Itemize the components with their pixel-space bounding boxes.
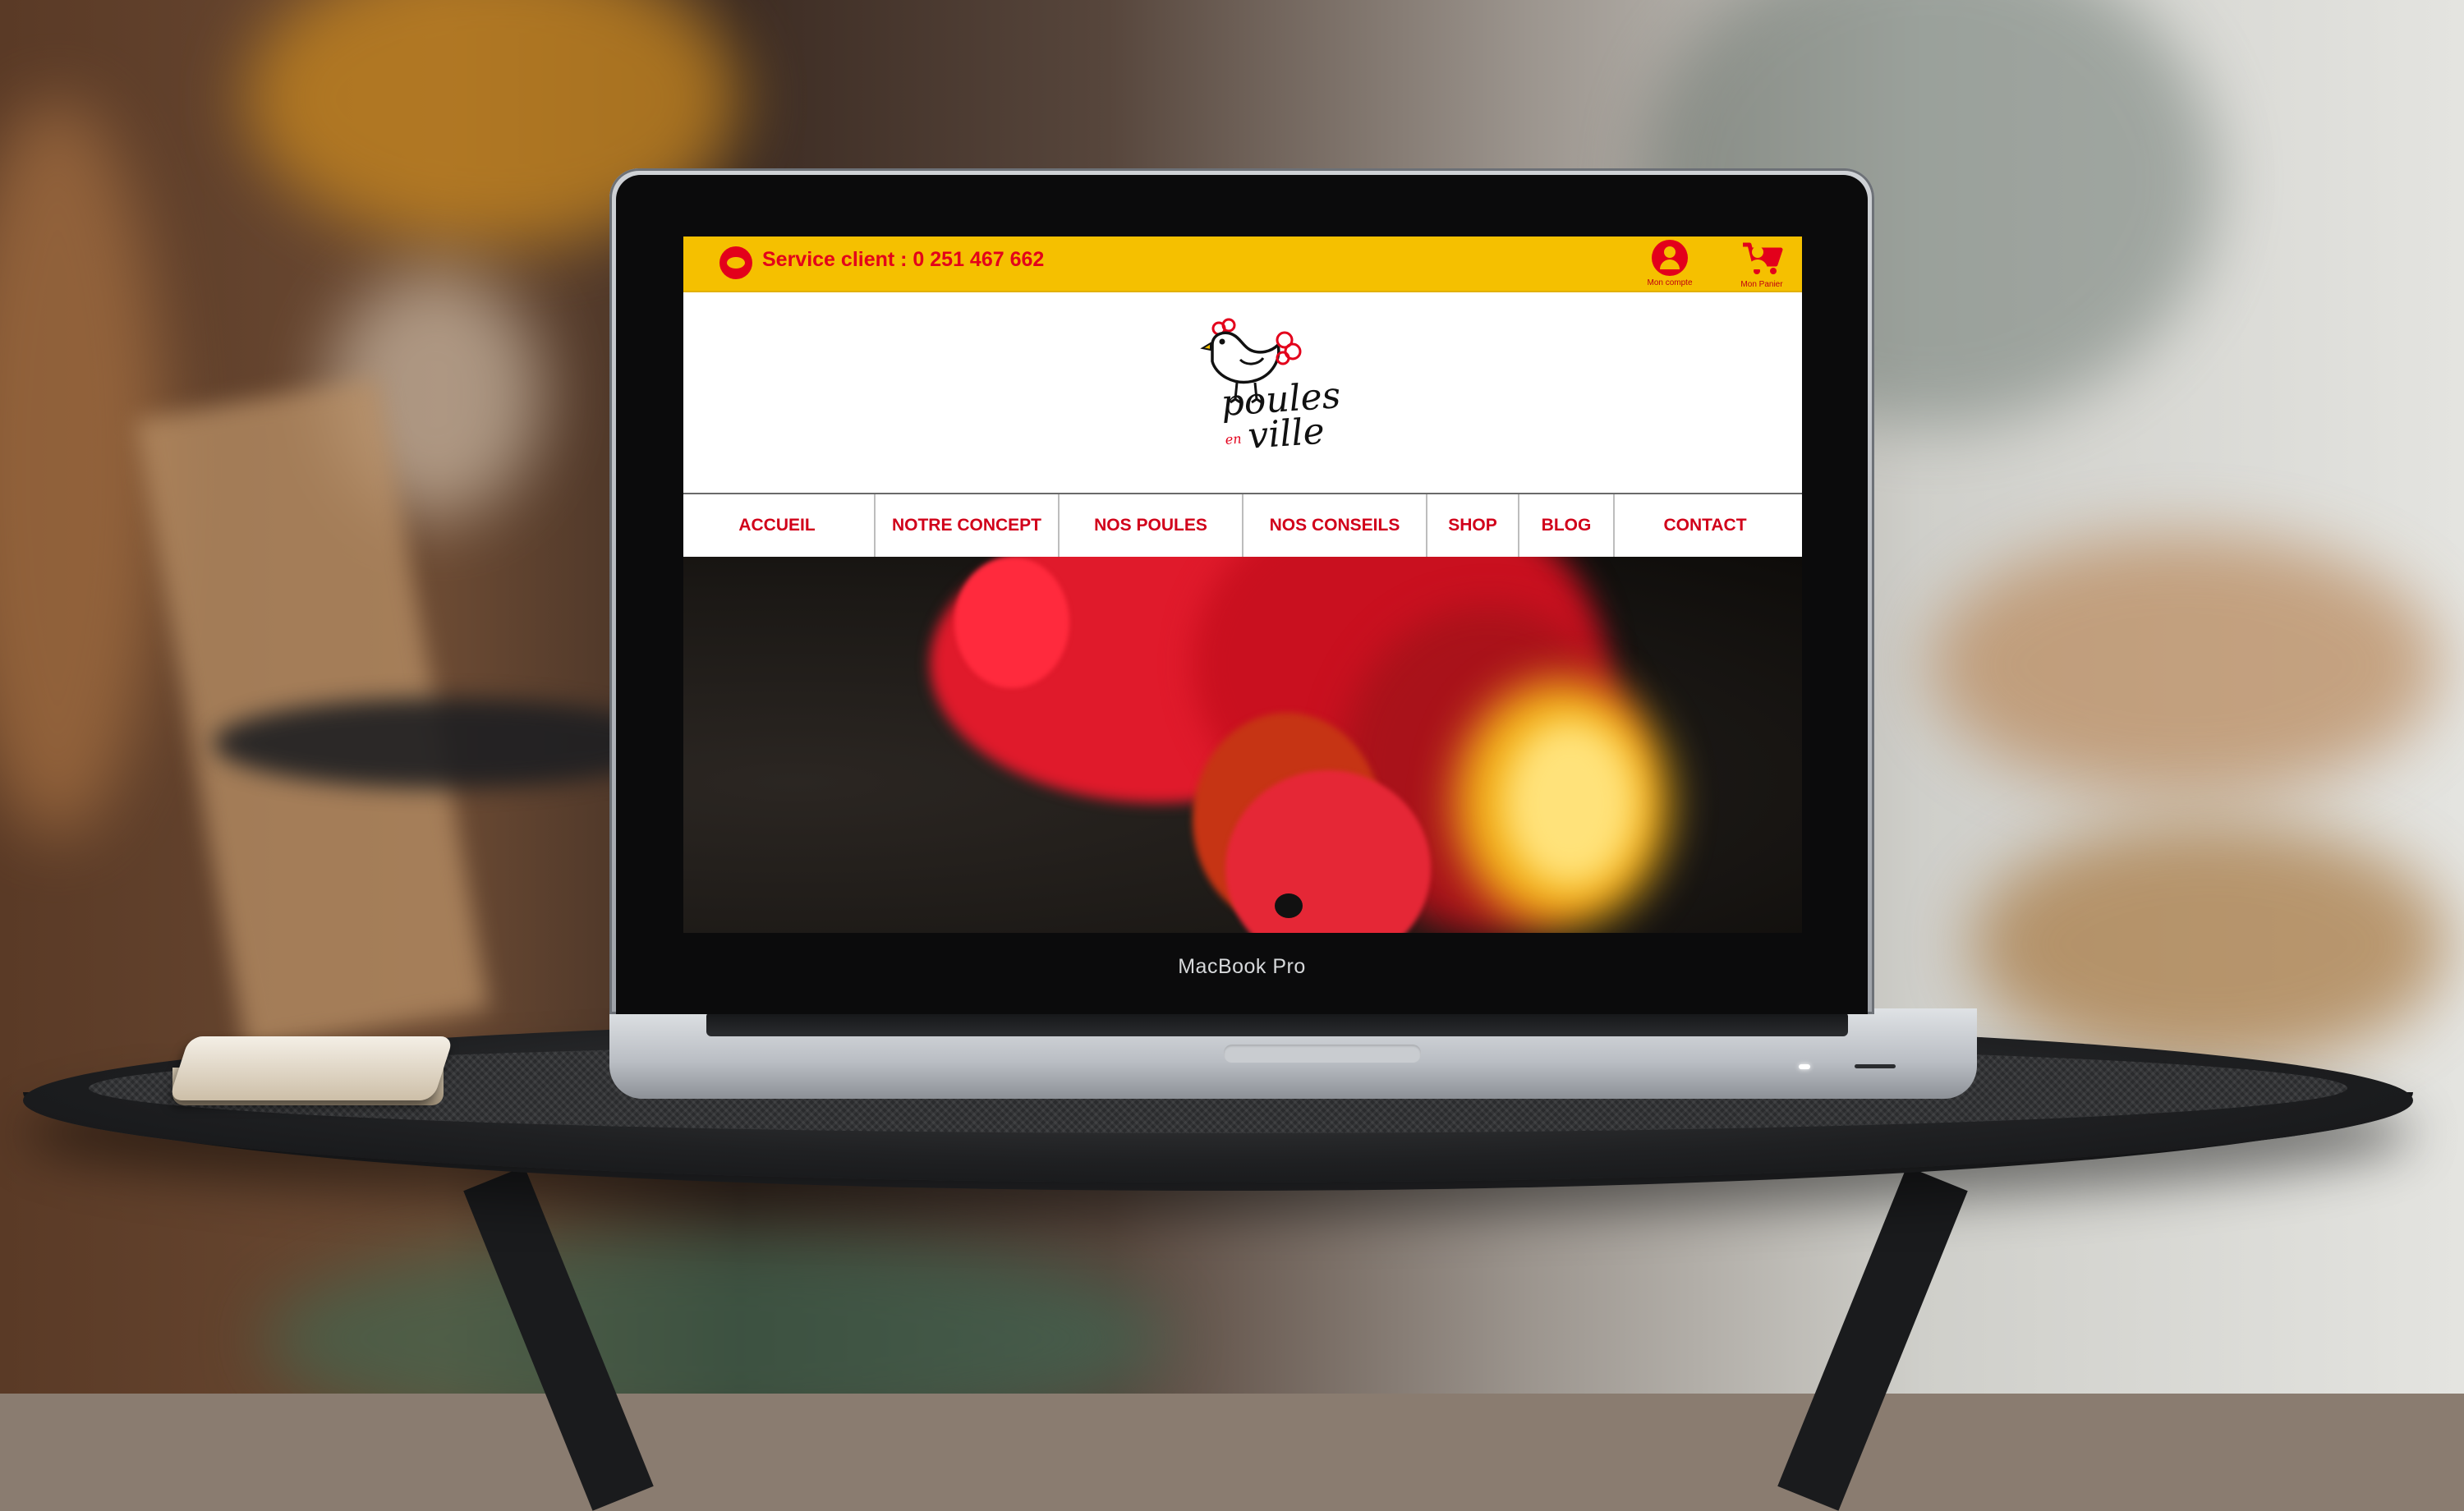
cart-link[interactable]: Mon Panier: [1717, 240, 1802, 289]
nav-item-nos-conseils[interactable]: NOS CONSEILS: [1243, 494, 1427, 557]
nav-item-shop[interactable]: SHOP: [1427, 494, 1519, 557]
headset-icon: [719, 246, 752, 279]
logo-word-en: en: [1225, 430, 1243, 448]
header-logo-area: poules en ville: [683, 292, 1802, 498]
laptop-keyboard: [706, 1012, 1848, 1036]
sleep-led: [1799, 1064, 1810, 1069]
nav-item-accueil[interactable]: ACCUEIL: [683, 494, 876, 557]
optical-slot: [1855, 1064, 1896, 1068]
account-label: Mon compte: [1647, 278, 1693, 287]
website-screen: Service client : 0 251 467 662 Mon compt…: [683, 237, 1802, 933]
site-logo-text: poules en ville: [1220, 374, 1344, 457]
account-link[interactable]: Mon compte: [1625, 240, 1715, 287]
smartphone: [168, 1036, 454, 1100]
device-brand: MacBook Pro: [1178, 955, 1306, 978]
nav-item-notre-concept[interactable]: NOTRE CONCEPT: [876, 494, 1060, 557]
nav-item-nos-poules[interactable]: NOS POULES: [1060, 494, 1243, 557]
cart-label: Mon Panier: [1740, 280, 1783, 289]
top-bar: Service client : 0 251 467 662 Mon compt…: [683, 237, 1802, 292]
nav-item-blog[interactable]: BLOG: [1519, 494, 1615, 557]
laptop-trackpad: [1224, 1045, 1421, 1063]
user-icon: [1652, 240, 1688, 276]
service-phone-link[interactable]: Service client : 0 251 467 662: [762, 248, 1044, 272]
main-nav: ACCUEIL NOTRE CONCEPT NOS POULES NOS CON…: [683, 493, 1802, 558]
cart-icon: [1740, 240, 1784, 278]
hero-rooster-image: [683, 557, 1802, 933]
nav-item-contact[interactable]: CONTACT: [1615, 494, 1795, 557]
